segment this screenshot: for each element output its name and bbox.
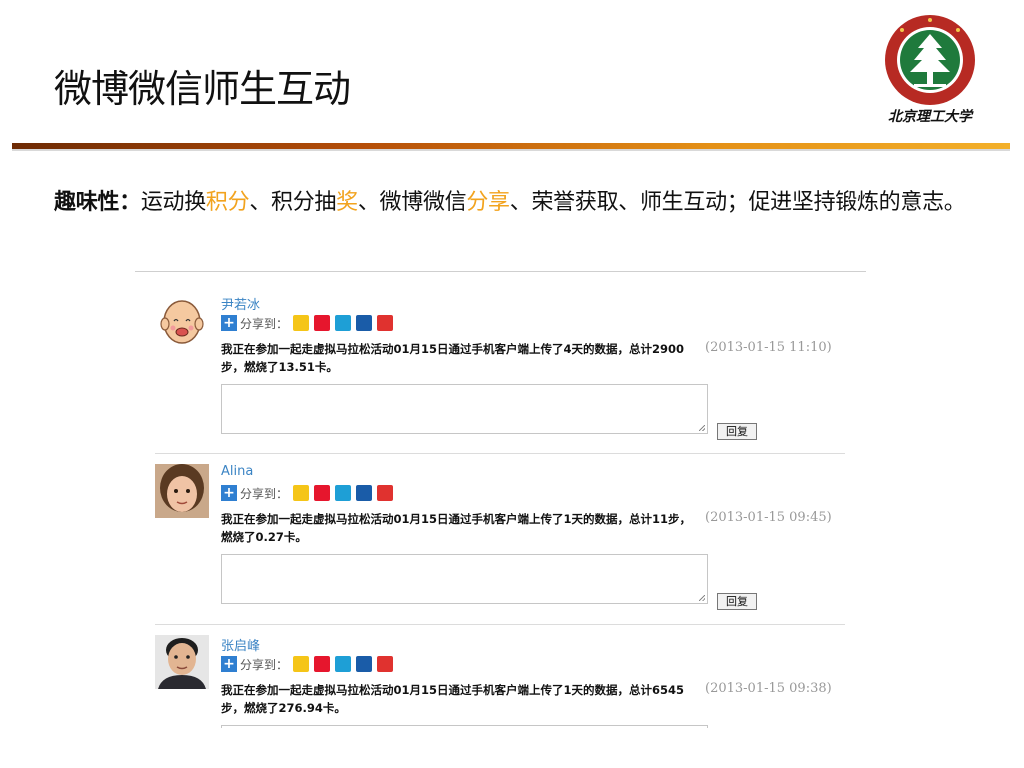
item-divider <box>155 453 845 454</box>
post-time: (2013-01-15 09:45) <box>705 510 832 525</box>
share-bar: + 分享到： <box>221 656 394 672</box>
reply-button[interactable]: 回复 <box>717 423 757 440</box>
tencent-weibo-icon[interactable] <box>335 485 352 501</box>
tencent-weibo-icon[interactable] <box>335 656 352 672</box>
share-label: 分享到： <box>240 486 289 501</box>
resize-grip-icon[interactable] <box>699 425 705 431</box>
kaixin-icon[interactable] <box>377 485 394 501</box>
feature-label: 趣味性： <box>54 190 141 215</box>
photo-avatar[interactable] <box>155 635 209 689</box>
share-label: 分享到： <box>240 316 289 331</box>
sina-weibo-icon[interactable] <box>314 315 331 331</box>
post-text: 我正在参加一起走虚拟马拉松活动01月15日通过手机客户端上传了4天的数据，总计2… <box>221 342 685 374</box>
divider-shadow <box>12 149 1010 151</box>
text-segment: 、微博微信 <box>357 190 467 215</box>
user-name[interactable]: 尹若冰 <box>221 294 260 313</box>
kaixin-icon[interactable] <box>377 315 394 331</box>
share-plus-icon[interactable]: + <box>221 315 237 331</box>
user-name[interactable]: Alina <box>221 464 253 479</box>
university-seal-icon <box>885 15 975 105</box>
resize-grip-icon[interactable] <box>699 595 705 601</box>
weibo-feed: 尹若冰 + 分享到： 我正在参加一起走虚拟马拉松活动01月15日通过手机客户端上… <box>135 271 866 728</box>
text-segment: 运动换 <box>140 190 206 215</box>
logo-text: 北京理工大学 <box>888 109 972 125</box>
renren-icon[interactable] <box>356 315 373 331</box>
post-time: (2013-01-15 11:10) <box>705 340 832 355</box>
reply-button[interactable]: 回复 <box>717 593 757 610</box>
feature-description: 趣味性：运动换积分、积分抽奖、微博微信分享、荣誉获取、师生互动；促进坚持锻炼的意… <box>54 182 984 224</box>
highlight-prize: 奖 <box>336 190 358 215</box>
reply-input[interactable] <box>221 725 708 728</box>
photo-avatar[interactable] <box>155 464 209 518</box>
highlight-points: 积分 <box>205 190 250 215</box>
qzone-icon[interactable] <box>293 315 310 331</box>
share-plus-icon[interactable]: + <box>221 656 237 672</box>
qzone-icon[interactable] <box>293 656 310 672</box>
user-name[interactable]: 张启峰 <box>221 635 260 654</box>
kaixin-icon[interactable] <box>377 656 394 672</box>
reply-input[interactable] <box>221 384 708 434</box>
text-segment: 、积分抽 <box>249 190 337 215</box>
sina-weibo-icon[interactable] <box>314 485 331 501</box>
slide-title: 微博微信师生互动 <box>54 67 351 111</box>
post-text: 我正在参加一起走虚拟马拉松活动01月15日通过手机客户端上传了1天的数据，总计1… <box>221 512 692 544</box>
cartoon-avatar[interactable] <box>155 294 209 348</box>
qzone-icon[interactable] <box>293 485 310 501</box>
renren-icon[interactable] <box>356 485 373 501</box>
post-time: (2013-01-15 09:38) <box>705 681 832 696</box>
post-text: 我正在参加一起走虚拟马拉松活动01月15日通过手机客户端上传了1天的数据，总计6… <box>221 683 685 715</box>
reply-input[interactable] <box>221 554 708 604</box>
sina-weibo-icon[interactable] <box>314 656 331 672</box>
renren-icon[interactable] <box>356 656 373 672</box>
item-divider <box>155 624 845 625</box>
university-logo: 北京理工大学 <box>878 14 982 134</box>
share-label: 分享到： <box>240 657 289 672</box>
share-bar: + 分享到： <box>221 485 394 501</box>
tencent-weibo-icon[interactable] <box>335 315 352 331</box>
share-bar: + 分享到： <box>221 315 394 331</box>
highlight-share: 分享 <box>466 190 510 215</box>
share-plus-icon[interactable]: + <box>221 485 237 501</box>
text-segment: 、荣誉获取、师生互动；促进坚持锻炼的意志。 <box>509 190 966 215</box>
